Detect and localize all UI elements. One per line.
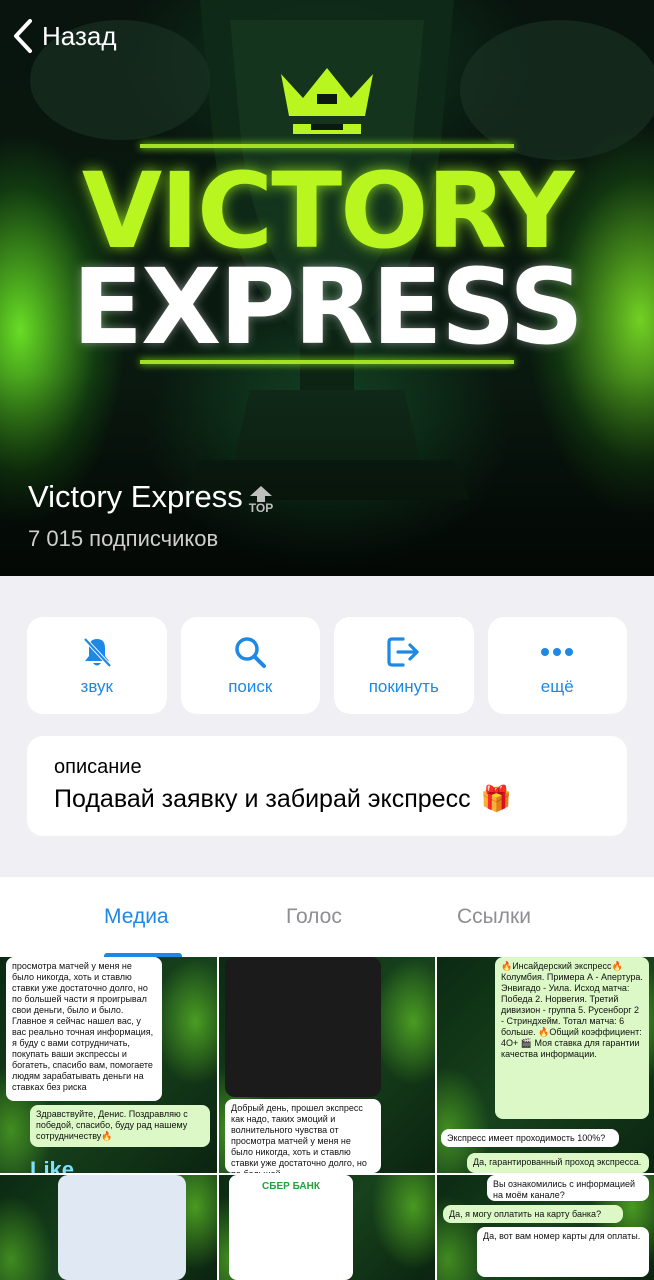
channel-header: Назад VICTORY EXPRESS Victory Express TO… [0, 0, 654, 576]
top-badge: TOP [249, 486, 273, 514]
description-card: описание Подавай заявку и забирай экспре… [27, 736, 627, 836]
action-buttons: звук поиск покинуть ещё [27, 617, 627, 714]
top-badge-label: TOP [248, 501, 274, 515]
more-label: ещё [540, 676, 574, 696]
phone-screenshot [225, 957, 381, 1097]
channel-name: Victory Express TOP [28, 479, 273, 515]
media-thumbnail[interactable]: Вы ознакомились с информацией на моём ка… [437, 1175, 654, 1280]
chat-bubble: Вы ознакомились с информацией на моём ка… [487, 1175, 649, 1201]
media-thumbnail[interactable]: Добрый день, прошел экспресс как надо, т… [219, 957, 435, 1173]
chat-bubble: просмотра матчей у меня не было никогда,… [6, 957, 162, 1101]
media-tabs: Медиа Голос Ссылки [0, 877, 654, 957]
chat-bubble: Да, гарантированный проход экспресса. [467, 1153, 649, 1173]
logo-word-express: EXPRESS [72, 246, 584, 368]
chat-bubble: Да, я могу оплатить на карту банка? [443, 1205, 623, 1223]
mute-button[interactable]: звук [27, 617, 167, 714]
leave-icon [387, 636, 419, 667]
mute-label: звук [80, 676, 113, 696]
leave-button[interactable]: покинуть [334, 617, 474, 714]
more-icon [541, 647, 574, 656]
channel-title: Victory Express [28, 479, 243, 514]
logo-divider-bottom [140, 360, 514, 364]
chat-bubble: Здравствуйте, Денис. Поздравляю с победо… [30, 1105, 210, 1147]
gift-emoji: 🎁 [480, 785, 512, 813]
media-grid: просмотра матчей у меня не было никогда,… [0, 957, 654, 1280]
back-button[interactable]: Назад [12, 18, 117, 54]
arrow-up-icon [250, 486, 272, 502]
tab-media[interactable]: Медиа [104, 905, 169, 929]
bell-slash-icon [83, 637, 112, 667]
more-button[interactable]: ещё [487, 617, 627, 714]
chevron-left-icon [14, 19, 32, 53]
description-label: описание [54, 756, 142, 778]
phone-screenshot [58, 1175, 186, 1280]
bank-name: СБЕР БАНК [262, 1181, 320, 1192]
chat-bubble: Добрый день, прошел экспресс как надо, т… [225, 1099, 381, 1173]
subscriber-count: 7 015 подписчиков [28, 526, 219, 551]
search-icon [235, 636, 267, 668]
chat-bubble: 🔥Инсайдерский экспресс🔥 Колумбия. Пример… [495, 957, 649, 1119]
search-label: поиск [228, 676, 273, 696]
back-label: Назад [42, 20, 117, 51]
media-thumbnail[interactable]: просмотра матчей у меня не было никогда,… [0, 957, 217, 1173]
description-text: Подавай заявку и забирай экспресс 🎁 [54, 785, 600, 814]
like-text: Like [30, 1157, 75, 1173]
bank-receipt: СБЕР БАНК [229, 1175, 353, 1280]
media-thumbnail[interactable]: СБЕР БАНК [219, 1175, 435, 1280]
media-thumbnail[interactable]: 🔥Инсайдерский экспресс🔥 Колумбия. Пример… [437, 957, 654, 1173]
chat-bubble: Да, вот вам номер карты для оплаты. [477, 1227, 649, 1277]
crown-logo-icon [281, 68, 373, 134]
media-thumbnail[interactable] [0, 1175, 217, 1280]
leave-label: покинуть [368, 676, 439, 696]
search-button[interactable]: поиск [180, 617, 320, 714]
description-text-value: Подавай заявку и забирай экспресс [54, 785, 471, 813]
chat-bubble: Экспресс имеет проходимость 100%? [441, 1129, 619, 1147]
tab-links[interactable]: Ссылки [457, 905, 531, 929]
tab-voice[interactable]: Голос [286, 905, 342, 929]
logo-divider-top [140, 144, 514, 148]
